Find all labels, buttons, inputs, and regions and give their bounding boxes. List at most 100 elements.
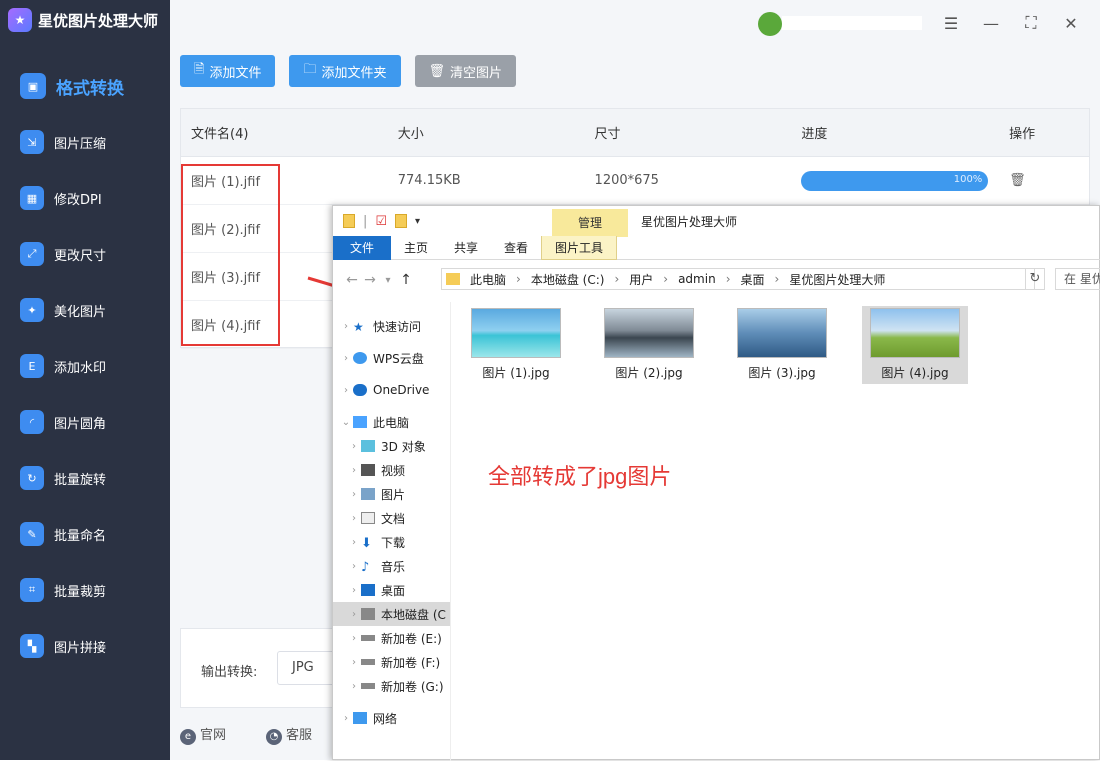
onedrive-icon <box>353 384 367 396</box>
tree-label: 视频 <box>381 463 406 478</box>
tree-label: 快速访问 <box>373 319 422 334</box>
sidebar-item-label: 批量裁剪 <box>54 584 107 600</box>
progress-bar: 100% <box>801 170 989 191</box>
image-thumbnail <box>471 308 561 358</box>
search-input[interactable]: 在 星优 <box>1055 268 1100 290</box>
tree-item-desktop[interactable]: › 桌面 <box>333 578 450 602</box>
navigation-tree: › ★ 快速访问 › WPS云盘 › OneDrive ⌄ 此电脑 › 3D 对象 › 视频 … <box>333 302 451 761</box>
tab-share[interactable]: 共享 <box>441 236 491 260</box>
add-file-button[interactable]: 🗎 添加文件 <box>180 55 276 87</box>
back-icon[interactable]: ← <box>343 272 361 288</box>
sidebar-item-rotate[interactable]: ↻ 批量旋转 <box>0 450 170 506</box>
new-folder-icon[interactable] <box>395 214 408 228</box>
ribbon-tabs: 文件 主页 共享 查看 图片工具 <box>333 235 1100 260</box>
file-item[interactable]: 图片 (3).jpg <box>729 306 835 384</box>
image-thumbnail <box>737 308 827 358</box>
delete-icon[interactable]: 🗑 <box>1009 173 1089 188</box>
tree-item-downloads[interactable]: › ⬇ 下载 <box>333 530 450 554</box>
tree-item-quick-access[interactable]: › ★ 快速访问 <box>333 314 450 338</box>
top-bar: ☰ — ⛶ ✕ <box>170 0 1100 48</box>
sidebar-item-dpi[interactable]: ▦ 修改DPI <box>0 170 170 226</box>
tree-item-documents[interactable]: › 文档 <box>333 506 450 530</box>
tree-item-volume-g[interactable]: › 新加卷 (G:) <box>333 674 450 698</box>
close-icon[interactable]: ✕ <box>1060 12 1082 34</box>
breadcrumb[interactable]: 此电脑 <box>470 271 506 288</box>
tree-item-onedrive[interactable]: › OneDrive <box>333 378 450 402</box>
tree-label: 图片 <box>381 487 406 502</box>
sidebar-item-beautify[interactable]: ✦ 美化图片 <box>0 282 170 338</box>
file-item[interactable]: 图片 (2).jpg <box>596 306 702 384</box>
output-format-label: 输出转换: <box>201 665 258 680</box>
tree-item-wps-cloud[interactable]: › WPS云盘 <box>333 346 450 370</box>
header-progress: 进度 <box>801 127 828 142</box>
computer-icon <box>353 416 367 428</box>
maximize-icon[interactable]: ⛶ <box>1020 12 1042 34</box>
rounded-icon: ◜ <box>20 410 44 434</box>
tab-file[interactable]: 文件 <box>333 235 391 260</box>
sidebar-item-resize[interactable]: ⤢ 更改尺寸 <box>0 226 170 282</box>
tree-label: 文档 <box>381 511 406 526</box>
customer-service-link[interactable]: ◔ 客服 <box>266 724 312 745</box>
tree-label: 3D 对象 <box>381 439 426 454</box>
up-icon[interactable]: ↑ <box>397 272 415 288</box>
tab-manage[interactable]: 管理 <box>552 209 628 237</box>
sidebar-item-compress[interactable]: ⇲ 图片压缩 <box>0 114 170 170</box>
tree-label: OneDrive <box>373 383 430 397</box>
address-bar[interactable]: 此电脑 › 本地磁盘 (C:) › 用户 › admin › 桌面 › 星优图片处理大师 <box>441 268 1035 290</box>
sidebar-item-watermark[interactable]: E 添加水印 <box>0 338 170 394</box>
tree-item-local-disk-c[interactable]: › 本地磁盘 (C <box>333 602 450 626</box>
tree-item-pictures[interactable]: › 图片 <box>333 482 450 506</box>
avatar[interactable] <box>758 12 782 36</box>
tree-item-network[interactable]: › 网络 <box>333 706 450 730</box>
progress-text: 100% <box>953 173 983 185</box>
website-link[interactable]: e 官网 <box>180 724 226 745</box>
tab-home[interactable]: 主页 <box>391 236 441 260</box>
sidebar-item-label: 图片拼接 <box>54 640 107 656</box>
add-folder-button[interactable]: 🗀 添加文件夹 <box>289 55 401 87</box>
tab-picture-tools[interactable]: 图片工具 <box>541 235 618 260</box>
tree-item-volume-e[interactable]: › 新加卷 (E:) <box>333 626 450 650</box>
sidebar-item-rename[interactable]: ✎ 批量命名 <box>0 506 170 562</box>
tree-item-3d-objects[interactable]: › 3D 对象 <box>333 434 450 458</box>
tree-item-volume-f[interactable]: › 新加卷 (F:) <box>333 650 450 674</box>
sidebar-item-rounded[interactable]: ◜ 图片圆角 <box>0 394 170 450</box>
breadcrumb[interactable]: 桌面 <box>741 271 765 288</box>
refresh-icon[interactable]: ↻ <box>1025 268 1045 290</box>
separator: | <box>363 213 368 229</box>
file-item[interactable]: 图片 (4).jpg <box>862 306 968 384</box>
sidebar-item-label: 更改尺寸 <box>54 248 107 264</box>
tab-view[interactable]: 查看 <box>491 236 541 260</box>
sidebar-item-format[interactable]: ▣ 格式转换 <box>0 58 170 114</box>
sidebar: ★ 星优图片处理大师 ▣ 格式转换 ⇲ 图片压缩 ▦ 修改DPI ⤢ 更改尺寸 ✦ 美化图… <box>0 0 170 760</box>
recent-icon[interactable]: ▾ <box>379 275 397 286</box>
tree-item-this-pc[interactable]: ⌄ 此电脑 <box>333 410 450 434</box>
breadcrumb[interactable]: admin <box>678 272 716 286</box>
forward-icon[interactable]: → <box>361 272 379 288</box>
breadcrumb[interactable]: 星优图片处理大师 <box>789 271 885 288</box>
breadcrumb[interactable]: 用户 <box>629 271 653 288</box>
breadcrumb[interactable]: 本地磁盘 (C:) <box>531 271 605 288</box>
footer: e 官网 ◔ 客服 <box>180 724 312 745</box>
minimize-icon[interactable]: — <box>980 12 1002 34</box>
file-grid: 图片 (1).jpg 图片 (2).jpg 图片 (3).jpg 图片 (4).… <box>463 306 968 384</box>
sidebar-item-label: 图片压缩 <box>54 136 107 152</box>
stitch-icon: ▚ <box>20 634 44 658</box>
properties-icon[interactable]: ☑ <box>375 214 387 229</box>
sidebar-item-stitch[interactable]: ▚ 图片拼接 <box>0 618 170 674</box>
clear-images-button[interactable]: 🗑 清空图片 <box>414 55 517 87</box>
file-name: 图片 (3).jpg <box>748 366 816 380</box>
ie-icon: e <box>180 729 196 745</box>
table-row[interactable]: 图片 (1).jfif 774.15KB 1200*675 100% 🗑 <box>181 157 1089 205</box>
sidebar-item-label: 修改DPI <box>54 192 102 208</box>
settings-icon[interactable]: ☰ <box>940 12 962 34</box>
sidebar-item-label: 批量旋转 <box>54 472 107 488</box>
picture-icon <box>361 488 375 500</box>
tree-item-music[interactable]: › ♪ 音乐 <box>333 554 450 578</box>
file-item[interactable]: 图片 (1).jpg <box>463 306 569 384</box>
sidebar-item-crop[interactable]: ⌗ 批量裁剪 <box>0 562 170 618</box>
dropdown-icon[interactable]: ▾ <box>415 216 420 227</box>
tree-item-videos[interactable]: › 视频 <box>333 458 450 482</box>
folder-icon: 🗀 <box>303 62 317 77</box>
header-size: 大小 <box>397 127 424 142</box>
folder-icon[interactable] <box>343 214 355 228</box>
